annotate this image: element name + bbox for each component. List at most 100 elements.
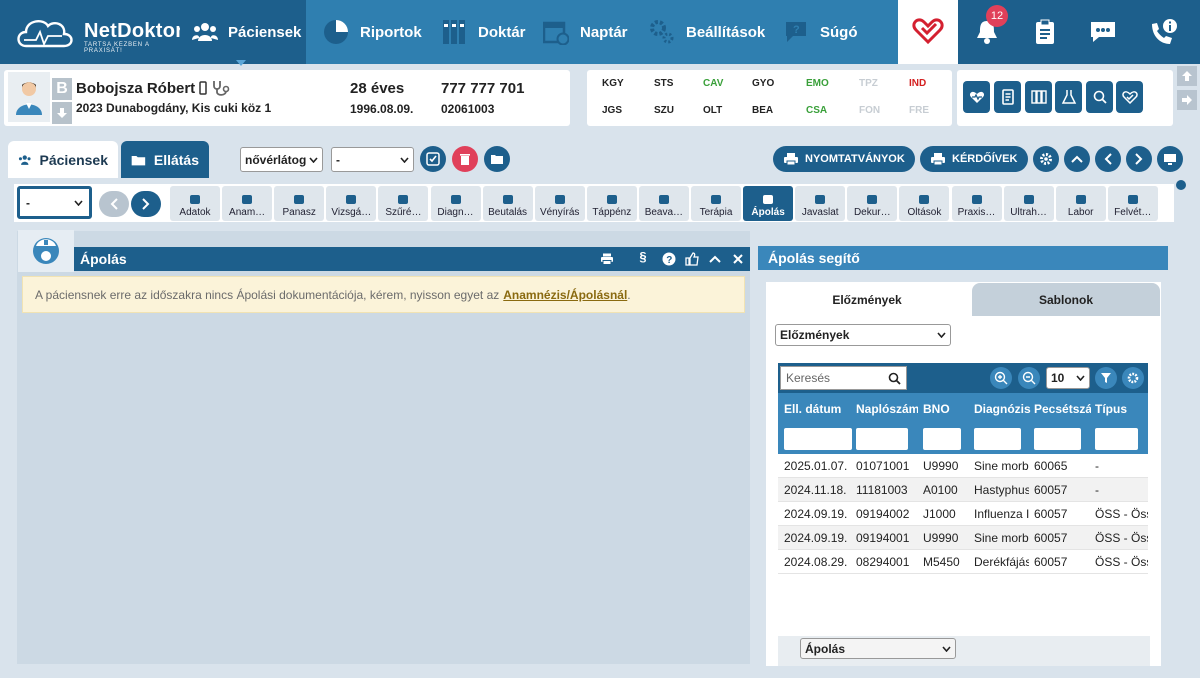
column-header[interactable]: BNO bbox=[923, 402, 971, 416]
zoom-in-button[interactable] bbox=[990, 367, 1012, 389]
subtab-prev-button[interactable] bbox=[99, 191, 129, 217]
print-button[interactable] bbox=[598, 250, 616, 268]
tab-ellatas[interactable]: Ellátás bbox=[121, 141, 209, 178]
favorites-tile[interactable] bbox=[898, 0, 958, 64]
filter-button[interactable] bbox=[1095, 367, 1117, 389]
subtab-18[interactable]: Felvét… bbox=[1107, 186, 1158, 221]
panel-close-button[interactable] bbox=[729, 250, 747, 268]
column-filter-input[interactable] bbox=[784, 428, 852, 450]
scroll-right-button[interactable] bbox=[1177, 90, 1197, 110]
flag-code-gyo[interactable]: GYO bbox=[752, 78, 774, 89]
subtab-2[interactable]: Panasz bbox=[274, 186, 325, 221]
zoom-out-button[interactable] bbox=[1018, 367, 1040, 389]
secondary-select[interactable]: - bbox=[331, 147, 414, 172]
column-header[interactable]: Pecsétszám bbox=[1034, 402, 1091, 416]
contact-info-button[interactable] bbox=[1134, 0, 1192, 64]
flag-code-szu[interactable]: SZU bbox=[654, 105, 674, 116]
subtab-1[interactable]: Anam… bbox=[222, 186, 273, 221]
flag-code-bea[interactable]: BEA bbox=[752, 105, 773, 116]
health-button[interactable] bbox=[963, 81, 990, 113]
flag-code-olt[interactable]: OLT bbox=[703, 105, 722, 116]
subtab-11[interactable]: Ápolás bbox=[743, 186, 794, 221]
screen-button[interactable] bbox=[1157, 146, 1183, 172]
next-button[interactable] bbox=[1126, 146, 1152, 172]
table-row[interactable]: 2024.11.18. 11181003 A0100 Hastyphus 60057 - bbox=[778, 478, 1148, 502]
subtab-6[interactable]: Beutalás bbox=[482, 186, 533, 221]
flag-code-jgs[interactable]: JGS bbox=[602, 105, 622, 116]
patient-avatar[interactable] bbox=[8, 72, 50, 122]
column-header[interactable]: Naplószám bbox=[856, 402, 918, 416]
page-size-select[interactable]: 10 bbox=[1046, 367, 1090, 389]
column-filter-input[interactable] bbox=[1095, 428, 1138, 450]
clipboard-button[interactable] bbox=[1016, 0, 1074, 64]
tab-sablonok[interactable]: Sablonok bbox=[972, 283, 1160, 316]
subtab-16[interactable]: Ultrah… bbox=[1003, 186, 1054, 221]
flag-code-tpz[interactable]: TPZ bbox=[859, 78, 878, 89]
subtab-3[interactable]: Vizsgá… bbox=[326, 186, 377, 221]
check-button[interactable] bbox=[420, 146, 446, 172]
flag-code-kgy[interactable]: KGY bbox=[602, 78, 624, 89]
subtab-15[interactable]: Praxis… bbox=[951, 186, 1002, 221]
subtab-5[interactable]: Diagn… bbox=[430, 186, 481, 221]
patient-expand-button[interactable] bbox=[52, 102, 72, 124]
paragraph-button[interactable]: § bbox=[634, 249, 652, 267]
delete-button[interactable] bbox=[452, 146, 478, 172]
favorites-button[interactable] bbox=[1116, 81, 1143, 113]
history-select[interactable]: Előzmények bbox=[775, 324, 951, 346]
flag-code-ind[interactable]: IND bbox=[909, 78, 926, 89]
nav-naptar[interactable]: Naptár bbox=[530, 0, 640, 64]
collapse-button[interactable] bbox=[1064, 146, 1090, 172]
previous-button[interactable] bbox=[1095, 146, 1121, 172]
settings-button[interactable] bbox=[1033, 146, 1059, 172]
kerdoivek-button[interactable]: KÉRDŐÍVEK bbox=[920, 146, 1028, 172]
column-filter-input[interactable] bbox=[974, 428, 1021, 450]
subtab-8[interactable]: Táppénz bbox=[586, 186, 637, 221]
document-button[interactable] bbox=[994, 81, 1021, 113]
column-header[interactable]: Típus bbox=[1095, 402, 1148, 416]
messages-button[interactable] bbox=[1074, 0, 1132, 64]
subtab-settings-icon[interactable] bbox=[1176, 180, 1186, 190]
table-row[interactable]: 2024.08.29. 08294001 M5450 Derékfájás 60057 Ö… bbox=[778, 550, 1148, 574]
flag-code-cav[interactable]: CAV bbox=[703, 78, 723, 89]
page-select[interactable]: - bbox=[17, 186, 92, 219]
column-filter-input[interactable] bbox=[856, 428, 908, 450]
table-row[interactable]: 2024.09.19. 09194002 J1000 Influenza I 60057… bbox=[778, 502, 1148, 526]
nav-riportok[interactable]: Riportok bbox=[310, 0, 434, 64]
nav-beallitasok[interactable]: Beállítások bbox=[636, 0, 777, 64]
view-select[interactable]: nővérlátog bbox=[240, 147, 323, 172]
subtab-10[interactable]: Terápia bbox=[691, 186, 741, 221]
column-filter-input[interactable] bbox=[923, 428, 961, 450]
flag-code-emo[interactable]: EMO bbox=[806, 78, 829, 89]
subtab-12[interactable]: Javaslat bbox=[795, 186, 846, 221]
nyomtatvanyok-button[interactable]: NYOMTATVÁNYOK bbox=[773, 146, 915, 172]
nav-doktar[interactable]: Doktár bbox=[428, 0, 538, 64]
column-header[interactable]: Ell. dátum bbox=[784, 402, 854, 416]
subtab-14[interactable]: Oltások bbox=[899, 186, 950, 221]
category-select[interactable]: Ápolás bbox=[800, 638, 956, 659]
subtab-4[interactable]: Szűré… bbox=[378, 186, 429, 221]
flag-code-sts[interactable]: STS bbox=[654, 78, 673, 89]
subtab-0[interactable]: Adatok bbox=[170, 186, 220, 221]
table-row[interactable]: 2024.09.19. 09194001 U9990 Sine morbo 60057 Ö… bbox=[778, 526, 1148, 550]
stethoscope-icon[interactable] bbox=[211, 79, 231, 97]
nav-pacientek[interactable]: Páciensek bbox=[180, 0, 306, 64]
subtab-17[interactable]: Labor bbox=[1055, 186, 1106, 221]
scroll-up-button[interactable] bbox=[1177, 66, 1197, 86]
lab-button[interactable] bbox=[1055, 81, 1082, 113]
netdoktor-logo[interactable]: NetDoktor TARTSA KÉZBEN A PRAXISÁT! bbox=[14, 12, 183, 54]
panel-collapse-button[interactable] bbox=[706, 250, 724, 268]
tab-elozmenyek[interactable]: Előzmények bbox=[766, 283, 968, 316]
subtab-9[interactable]: Beava… bbox=[638, 186, 689, 221]
anamnezis-link[interactable]: Anamnézis/Ápolásnál bbox=[503, 288, 627, 302]
subtab-13[interactable]: Dekur… bbox=[847, 186, 898, 221]
search-input[interactable]: Keresés bbox=[780, 366, 907, 390]
subtab-7[interactable]: Vényírás bbox=[534, 186, 585, 221]
page-scrollbar[interactable] bbox=[1176, 232, 1184, 662]
table-row[interactable]: 2025.01.07. 01071001 U9990 Sine morbo 60065 - bbox=[778, 454, 1148, 478]
table-settings-button[interactable] bbox=[1122, 367, 1144, 389]
flag-code-csa[interactable]: CSA bbox=[806, 105, 827, 116]
column-filter-input[interactable] bbox=[1034, 428, 1081, 450]
tab-pacientek[interactable]: Páciensek bbox=[8, 141, 118, 178]
subtab-next-button[interactable] bbox=[131, 191, 161, 217]
help-button[interactable]: ? bbox=[660, 250, 678, 268]
